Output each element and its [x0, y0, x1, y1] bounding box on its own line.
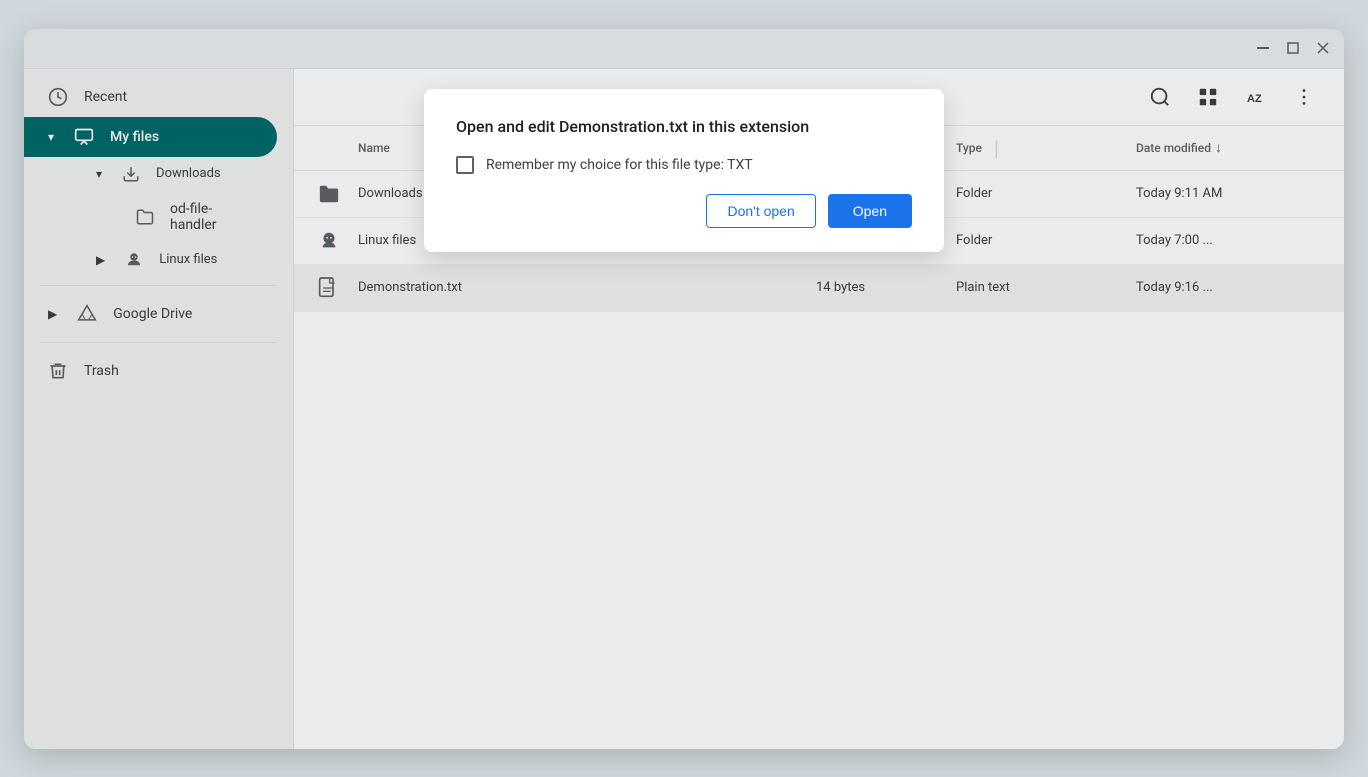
app-window: Recent ▾ My files ▾ — [24, 29, 1344, 749]
dialog-checkbox-row: Remember my choice for this file type: T… — [456, 156, 912, 174]
dialog-checkbox-label: Remember my choice for this file type: T… — [486, 157, 753, 173]
dont-open-button[interactable]: Don't open — [706, 194, 815, 228]
dialog-actions: Don't open Open — [456, 194, 912, 228]
remember-choice-checkbox[interactable] — [456, 156, 474, 174]
dialog-title: Open and edit Demonstration.txt in this … — [456, 117, 912, 136]
open-dialog: Open and edit Demonstration.txt in this … — [424, 89, 944, 252]
dialog-overlay: Open and edit Demonstration.txt in this … — [24, 29, 1344, 749]
open-button[interactable]: Open — [828, 194, 912, 228]
